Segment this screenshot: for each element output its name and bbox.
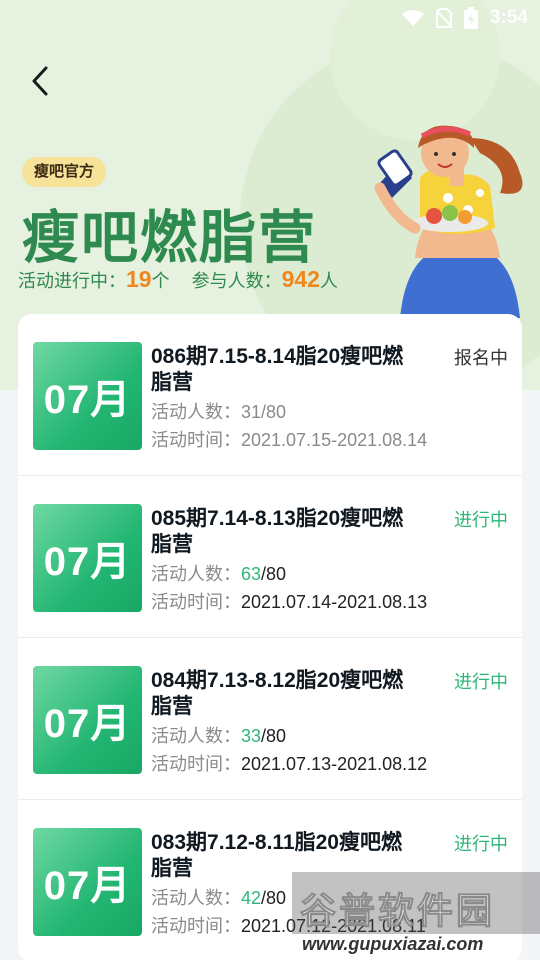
wifi-icon	[401, 10, 424, 26]
camp-item[interactable]: 07月 085期7.14-8.13脂20瘦吧燃脂营 进行中 活动人数：63/80…	[18, 476, 522, 638]
camp-cover: 07月	[33, 666, 142, 774]
back-arrow-icon[interactable]	[26, 64, 58, 98]
participants-count: 942	[281, 266, 320, 292]
camp-participants: 活动人数：42/80	[151, 888, 287, 908]
camp-status: 报名中	[454, 348, 508, 368]
camp-status: 进行中	[454, 834, 508, 854]
camp-name: 084期7.13-8.12脂20瘦吧燃脂营	[151, 669, 404, 718]
camp-name: 085期7.14-8.13脂20瘦吧燃脂营	[151, 507, 404, 556]
camp-participants: 活动人数：33/80	[151, 726, 287, 746]
participants-unit: 人	[319, 271, 338, 291]
camp-name: 086期7.15-8.14脂20瘦吧燃脂营	[151, 345, 404, 394]
woman-illustration-icon	[374, 125, 523, 318]
no-sim-icon	[435, 8, 452, 28]
camp-status: 进行中	[454, 672, 508, 692]
camp-status: 进行中	[454, 510, 508, 530]
watermark: 谷普软件园 www.gupuxiazai.com	[292, 872, 540, 960]
participants-label: 参与人数：	[191, 271, 282, 291]
camp-time: 活动时间：2021.07.13-2021.08.12	[151, 754, 428, 774]
watermark-text: 谷普软件园	[299, 890, 496, 932]
camp-cover: 07月	[33, 828, 142, 936]
official-badge: 瘦吧官方	[22, 157, 107, 187]
status-bar: 3:54	[0, 0, 540, 38]
camp-participants: 活动人数：63/80	[151, 564, 287, 584]
camp-participants: 活动人数：31/80	[151, 402, 287, 422]
camp-time: 活动时间：2021.07.15-2021.08.14	[151, 430, 428, 450]
camp-cover: 07月	[33, 504, 142, 612]
camp-time: 活动时间：2021.07.14-2021.08.13	[151, 592, 428, 612]
battery-icon	[463, 7, 478, 29]
active-count: 19	[126, 266, 152, 292]
camp-item[interactable]: 07月 084期7.13-8.12脂20瘦吧燃脂营 进行中 活动人数：33/80…	[18, 638, 522, 800]
active-unit: 个	[151, 271, 170, 291]
active-label: 活动进行中：	[18, 271, 126, 291]
camp-cover: 07月	[33, 342, 142, 450]
clock: 3:54	[489, 7, 528, 28]
page-title: 瘦吧燃脂营	[22, 206, 317, 270]
camp-list: 07月 086期7.15-8.14脂20瘦吧燃脂营 报名中 活动人数：31/80…	[18, 314, 522, 960]
camp-item[interactable]: 07月 086期7.15-8.14脂20瘦吧燃脂营 报名中 活动人数：31/80…	[18, 314, 522, 476]
watermark-url: www.gupuxiazai.com	[302, 934, 484, 954]
summary-stats: 活动进行中： 19 个 参与人数： 942 人	[18, 266, 338, 293]
